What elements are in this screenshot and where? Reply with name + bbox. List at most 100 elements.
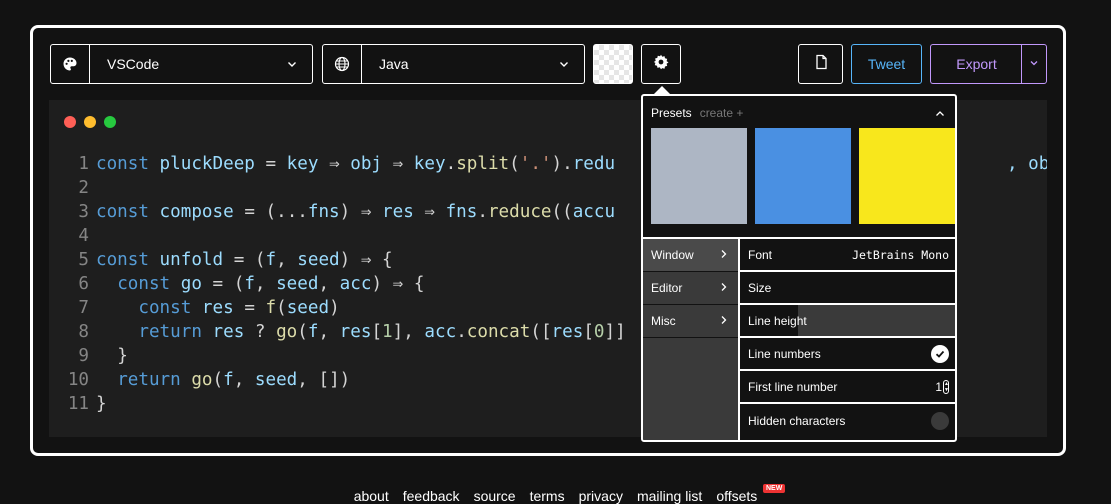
presets-title: Presets: [651, 106, 692, 120]
copy-icon: [813, 54, 829, 75]
preset-thumbnail[interactable]: [651, 128, 747, 224]
line-number: 6: [78, 274, 89, 294]
code-line: 8 return res ? go(f, res[1], acc.concat(…: [49, 320, 626, 344]
code-text: const go = (f, seed, acc) ⇒ {: [117, 274, 425, 294]
code-text: const compose = (...fns) ⇒ res ⇒ fns.red…: [96, 202, 616, 222]
theme-select-value: VSCode: [107, 56, 160, 72]
footer-link-about[interactable]: about: [354, 488, 389, 504]
first-line-number-input[interactable]: 1 ▲ ▼: [935, 379, 949, 394]
code-block[interactable]: 1 const pluckDeep = key ⇒ obj ⇒ key.split…: [49, 152, 626, 416]
code-line: 4: [49, 224, 626, 248]
minimize-dot: [84, 116, 96, 128]
size-label: Size: [748, 280, 772, 295]
first-line-number-row[interactable]: First line number 1 ▲ ▼: [740, 371, 955, 404]
footer-links: about feedback source terms privacy mail…: [0, 484, 1111, 504]
presets-header: Presets create +: [651, 106, 743, 120]
chevron-up-icon[interactable]: [935, 106, 945, 124]
settings-rows: Font JetBrains Mono Size Line height Lin…: [740, 239, 955, 437]
panel-caret: [654, 86, 670, 94]
footer-link-terms[interactable]: terms: [530, 488, 565, 504]
checkmark-icon: [935, 350, 945, 358]
code-line: 1 const pluckDeep = key ⇒ obj ⇒ key.split…: [49, 152, 626, 176]
line-number: 5: [78, 250, 89, 270]
menu-item-label: Misc: [651, 314, 676, 328]
code-text: const pluckDeep = key ⇒ obj ⇒ key.split(…: [96, 154, 616, 174]
footer-link-mailing-list[interactable]: mailing list: [637, 488, 702, 504]
preset-thumbnail[interactable]: [859, 128, 955, 224]
code-text: const unfold = (f, seed) ⇒ {: [96, 250, 393, 270]
theme-select[interactable]: VSCode: [50, 44, 313, 84]
footer-link-label: offsets: [716, 488, 758, 504]
line-numbers-row[interactable]: Line numbers: [740, 338, 955, 371]
code-text: }: [96, 394, 107, 414]
code-text: return go(f, seed, []): [117, 370, 351, 390]
code-line: 10 return go(f, seed, []): [49, 368, 626, 392]
menu-item-label: Editor: [651, 281, 683, 295]
line-height-row[interactable]: Line height: [740, 305, 955, 338]
line-number: 4: [78, 226, 89, 246]
code-line-overflow: , obj): [1007, 154, 1047, 174]
settings-panel: Presets create + Window Editor Misc Font…: [641, 94, 957, 442]
code-line: 5 const unfold = (f, seed) ⇒ {: [49, 248, 626, 272]
export-menu-button[interactable]: [1021, 44, 1047, 84]
window-controls: [64, 116, 116, 128]
code-line: 2: [49, 176, 626, 200]
footer-link-source[interactable]: source: [474, 488, 516, 504]
background-color-picker[interactable]: [593, 44, 633, 84]
settings-menu: Window Editor Misc: [643, 239, 740, 440]
code-line: 7 const res = f(seed): [49, 296, 626, 320]
footer-link-privacy[interactable]: privacy: [579, 488, 623, 504]
footer-link-feedback[interactable]: feedback: [403, 488, 460, 504]
code-text: return res ? go(f, res[1], acc.concat([r…: [138, 322, 626, 342]
preset-list: [651, 128, 955, 224]
menu-item-window[interactable]: Window: [643, 239, 738, 272]
code-line: 6 const go = (f, seed, acc) ⇒ {: [49, 272, 626, 296]
line-number: 7: [78, 298, 89, 318]
chevron-down-icon: [1029, 55, 1039, 73]
hidden-characters-row[interactable]: Hidden characters: [740, 404, 955, 437]
line-height-label: Line height: [748, 313, 807, 328]
menu-item-misc[interactable]: Misc: [643, 305, 738, 338]
copy-button[interactable]: [798, 44, 843, 84]
line-numbers-label: Line numbers: [748, 346, 821, 361]
chevron-down-icon: [559, 45, 569, 83]
tweet-button[interactable]: Tweet: [851, 44, 922, 84]
line-number: 10: [67, 370, 89, 390]
language-select[interactable]: Java: [322, 44, 585, 84]
palette-icon: [51, 45, 90, 83]
gear-icon: [653, 54, 669, 75]
code-text: const res = f(seed): [138, 298, 340, 318]
new-badge: NEW: [762, 484, 786, 493]
hidden-characters-toggle[interactable]: [931, 411, 949, 430]
font-select-value[interactable]: JetBrains Mono: [852, 248, 949, 262]
first-line-label: First line number: [748, 379, 838, 394]
chevron-right-icon: [720, 248, 728, 262]
line-number: 2: [78, 178, 89, 198]
footer-link-offsets[interactable]: offsets NEW: [716, 484, 786, 504]
settings-button[interactable]: [641, 44, 681, 84]
size-row[interactable]: Size: [740, 272, 955, 305]
code-line: 9 }: [49, 344, 626, 368]
line-number: 9: [78, 346, 89, 366]
line-number: 3: [78, 202, 89, 222]
menu-item-editor[interactable]: Editor: [643, 272, 738, 305]
line-number: 1: [78, 154, 89, 174]
line-numbers-toggle[interactable]: [931, 344, 949, 363]
code-text: }: [117, 346, 128, 366]
export-button[interactable]: Export: [930, 44, 1022, 84]
create-preset-link[interactable]: create +: [700, 106, 744, 120]
globe-icon: [323, 45, 362, 83]
maximize-dot: [104, 116, 116, 128]
first-line-value: 1: [935, 379, 942, 394]
code-line: 3 const compose = (...fns) ⇒ res ⇒ fns.re…: [49, 200, 626, 224]
code-line: 11}: [49, 392, 626, 416]
line-number: 11: [67, 394, 89, 414]
line-number: 8: [78, 322, 89, 342]
preset-thumbnail[interactable]: [755, 128, 851, 224]
stepper-icon[interactable]: ▲ ▼: [943, 379, 949, 394]
close-dot: [64, 116, 76, 128]
menu-item-label: Window: [651, 248, 694, 262]
font-row[interactable]: Font JetBrains Mono: [740, 239, 955, 272]
